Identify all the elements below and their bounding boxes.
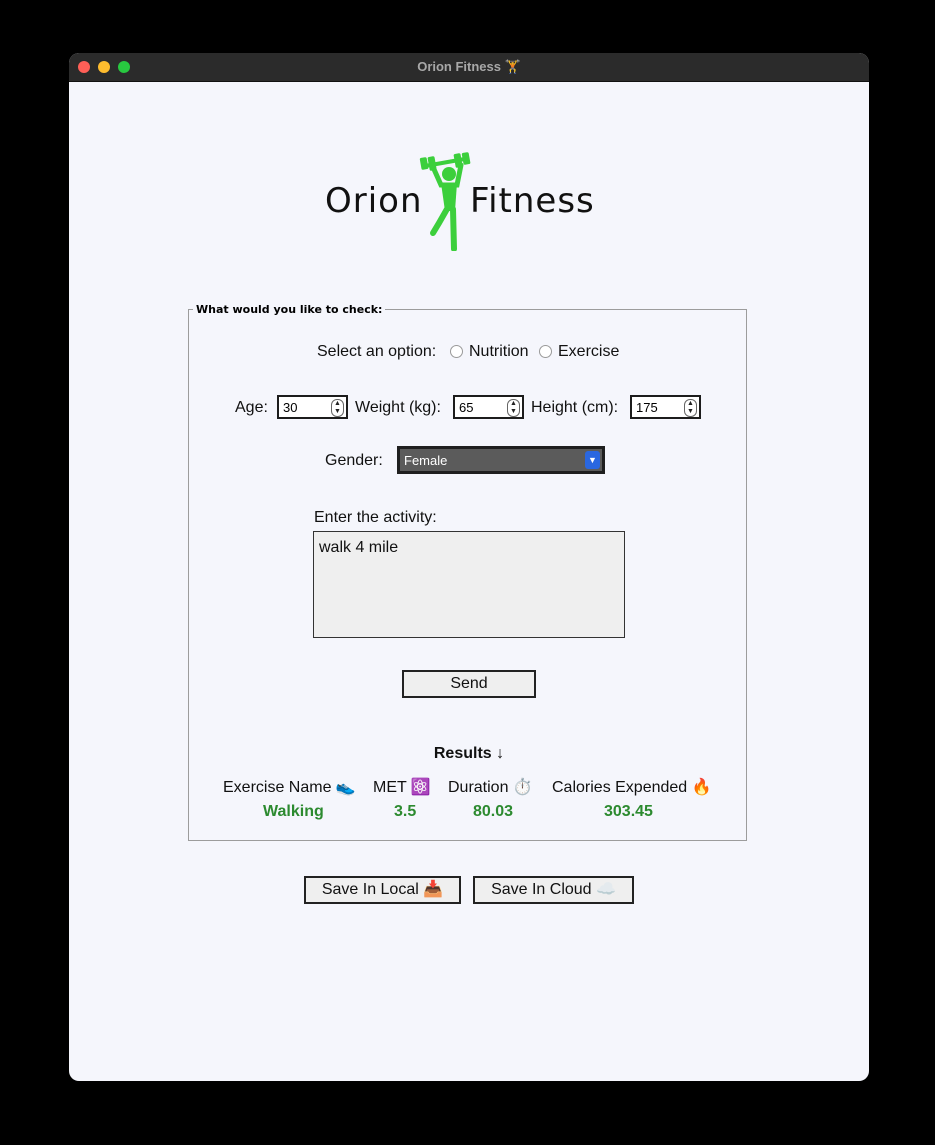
nutrition-radio[interactable] xyxy=(450,345,463,358)
met-header: MET ⚛️ xyxy=(373,779,431,796)
window-title: Orion Fitness 🏋 xyxy=(417,59,521,74)
nutrition-radio-label[interactable]: Nutrition xyxy=(469,343,529,361)
exercise-name-value: Walking xyxy=(263,803,324,820)
exercise-radio-label[interactable]: Exercise xyxy=(558,343,619,361)
up-down-arrows-icon[interactable]: ▲ ▼ xyxy=(684,399,697,417)
app-window: Orion Fitness 🏋 Orion Fitness What would… xyxy=(69,53,869,1081)
gender-label: Gender: xyxy=(325,452,383,469)
met-value: 3.5 xyxy=(394,803,417,820)
exercise-name-header: Exercise Name 👟 xyxy=(223,779,356,796)
height-spinbox[interactable]: 175 ▲ ▼ xyxy=(630,395,701,419)
title-bar: Orion Fitness 🏋 xyxy=(69,53,869,82)
duration-value: 80.03 xyxy=(473,803,514,820)
gender-select[interactable]: Female ▼ xyxy=(397,446,605,474)
up-down-arrows-icon[interactable]: ▲ ▼ xyxy=(507,399,520,417)
calories-header: Calories Expended 🔥 xyxy=(552,779,712,796)
logo-text-fitness: Fitness xyxy=(470,181,595,221)
gender-value: Female xyxy=(404,453,448,468)
age-value: 30 xyxy=(283,400,298,415)
activity-value: walk 4 mile xyxy=(319,539,399,556)
activity-textarea[interactable]: walk 4 mile xyxy=(313,531,625,638)
up-down-arrows-icon[interactable]: ▲ ▼ xyxy=(331,399,344,417)
logo-text-orion: Orion xyxy=(325,181,423,221)
weight-label: Weight (kg): xyxy=(355,399,441,416)
age-label: Age: xyxy=(235,399,268,416)
weight-spinbox[interactable]: 65 ▲ ▼ xyxy=(453,395,524,419)
chevron-down-icon[interactable]: ▼ xyxy=(585,451,600,469)
activity-label: Enter the activity: xyxy=(314,509,437,526)
calories-value: 303.45 xyxy=(604,803,653,820)
group-legend: What would you like to check: xyxy=(196,303,383,316)
save-cloud-button[interactable]: Save In Cloud ☁️ xyxy=(473,876,634,904)
weight-value: 65 xyxy=(459,400,474,415)
height-label: Height (cm): xyxy=(531,399,619,416)
select-option-label: Select an option: xyxy=(317,343,437,360)
results-title: Results ↓ xyxy=(433,745,505,762)
age-spinbox[interactable]: 30 ▲ ▼ xyxy=(277,395,348,419)
orion-fitness-logo: Orion Fitness xyxy=(324,151,614,251)
send-button[interactable]: Send xyxy=(402,670,536,698)
duration-header: Duration ⏱️ xyxy=(448,779,533,796)
height-value: 175 xyxy=(636,400,658,415)
exercise-radio[interactable] xyxy=(539,345,552,358)
save-local-button[interactable]: Save In Local 📥 xyxy=(304,876,461,904)
